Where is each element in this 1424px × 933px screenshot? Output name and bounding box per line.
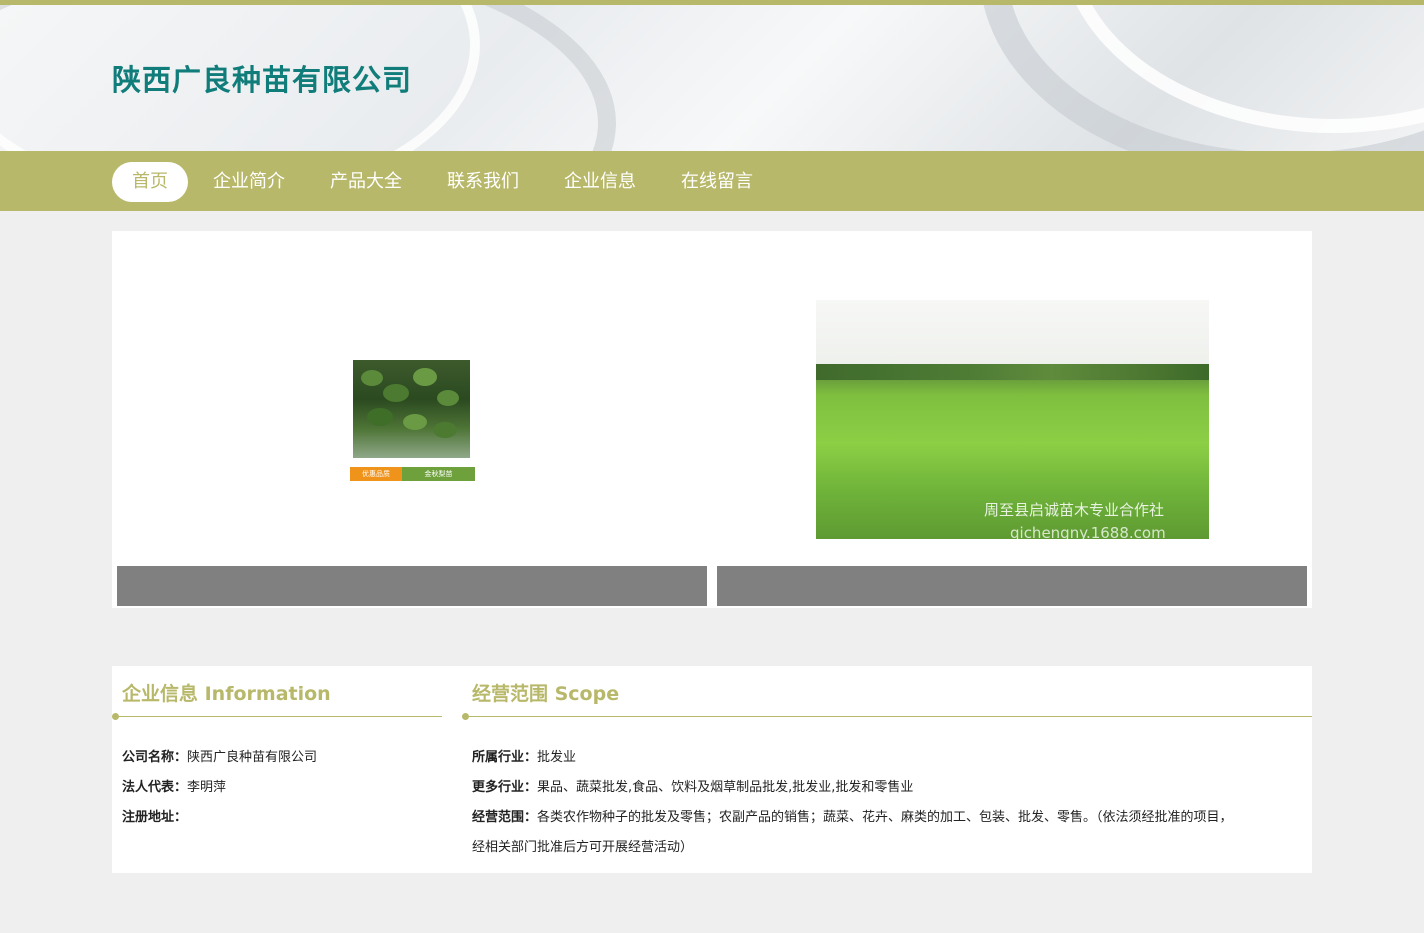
company-name-label: 公司名称：	[122, 750, 188, 765]
legal-rep-value: 李明萍	[187, 780, 227, 795]
gallery-item-left[interactable]: 优惠品质 金秋梨苗	[117, 231, 707, 566]
site-header: 陕西广良种苗有限公司	[0, 5, 1424, 151]
seedling-photo[interactable]	[353, 360, 470, 458]
photo-badges: 优惠品质 金秋梨苗	[350, 467, 475, 481]
nav-item-message[interactable]: 在线留言	[661, 162, 773, 202]
product-gallery: 优惠品质 金秋梨苗 周至县启诚苗木专业合作社 qichengny.1688.co…	[112, 231, 1312, 608]
industry-row: 所属行业：批发业	[472, 743, 576, 773]
nav-item-company-info[interactable]: 企业信息	[544, 162, 656, 202]
nav-items: 首页 企业简介 产品大全 联系我们 企业信息 在线留言	[112, 162, 778, 202]
more-industry-label: 更多行业：	[472, 780, 538, 795]
main-nav: 首页 企业简介 产品大全 联系我们 企业信息 在线留言	[0, 151, 1424, 211]
industry-value: 批发业	[537, 750, 577, 765]
company-name-value: 陕西广良种苗有限公司	[187, 750, 318, 765]
company-name-row: 公司名称：陕西广良种苗有限公司	[122, 743, 317, 773]
field-photo[interactable]: 周至县启诚苗木专业合作社 qichengny.1688.com	[816, 300, 1209, 539]
heading-rule	[112, 716, 442, 717]
tree-line	[816, 364, 1209, 380]
info-panel: 企业信息 Information 公司名称：陕西广良种苗有限公司 法人代表：李明…	[112, 666, 1312, 873]
address-label: 注册地址：	[122, 810, 188, 825]
photo-watermark-url: qichengny.1688.com	[1010, 524, 1166, 539]
company-name-title[interactable]: 陕西广良种苗有限公司	[112, 57, 412, 99]
business-scope-label: 经营范围：	[472, 810, 538, 825]
photo-watermark: 周至县启诚苗木专业合作社	[984, 501, 1165, 519]
nav-item-about[interactable]: 企业简介	[193, 162, 305, 202]
company-info-heading: 企业信息 Information	[122, 683, 331, 705]
business-scope-value: 各类农作物种子的批发及零售；农副产品的销售；蔬菜、花卉、麻类的加工、包装、批发、…	[537, 810, 1233, 825]
industry-label: 所属行业：	[472, 750, 538, 765]
badge-pear-seedling: 金秋梨苗	[402, 467, 475, 481]
business-scope-value-cont: 经相关部门批准后方可开展经营活动）	[472, 840, 694, 855]
legal-rep-label: 法人代表：	[122, 780, 188, 795]
heading-rule	[462, 716, 1312, 717]
caption-bar-left[interactable]	[117, 566, 707, 606]
badge-quality: 优惠品质	[350, 467, 402, 481]
scope-heading: 经营范围 Scope	[472, 683, 620, 705]
caption-bar-right[interactable]	[717, 566, 1307, 606]
business-scope-row: 经营范围：各类农作物种子的批发及零售；农副产品的销售；蔬菜、花卉、麻类的加工、包…	[472, 803, 1233, 833]
legal-rep-row: 法人代表：李明萍	[122, 773, 226, 803]
business-scope-row-2: 经相关部门批准后方可开展经营活动）	[472, 833, 693, 863]
more-industry-row: 更多行业：果品、蔬菜批发,食品、饮料及烟草制品批发,批发业,批发和零售业	[472, 773, 913, 803]
gallery-item-right[interactable]: 周至县启诚苗木专业合作社 qichengny.1688.com	[717, 231, 1307, 566]
nav-item-home[interactable]: 首页	[112, 162, 188, 202]
address-row: 注册地址：	[122, 803, 187, 833]
nav-item-products[interactable]: 产品大全	[310, 162, 422, 202]
more-industry-value: 果品、蔬菜批发,食品、饮料及烟草制品批发,批发业,批发和零售业	[537, 780, 914, 795]
nav-item-contact[interactable]: 联系我们	[427, 162, 539, 202]
